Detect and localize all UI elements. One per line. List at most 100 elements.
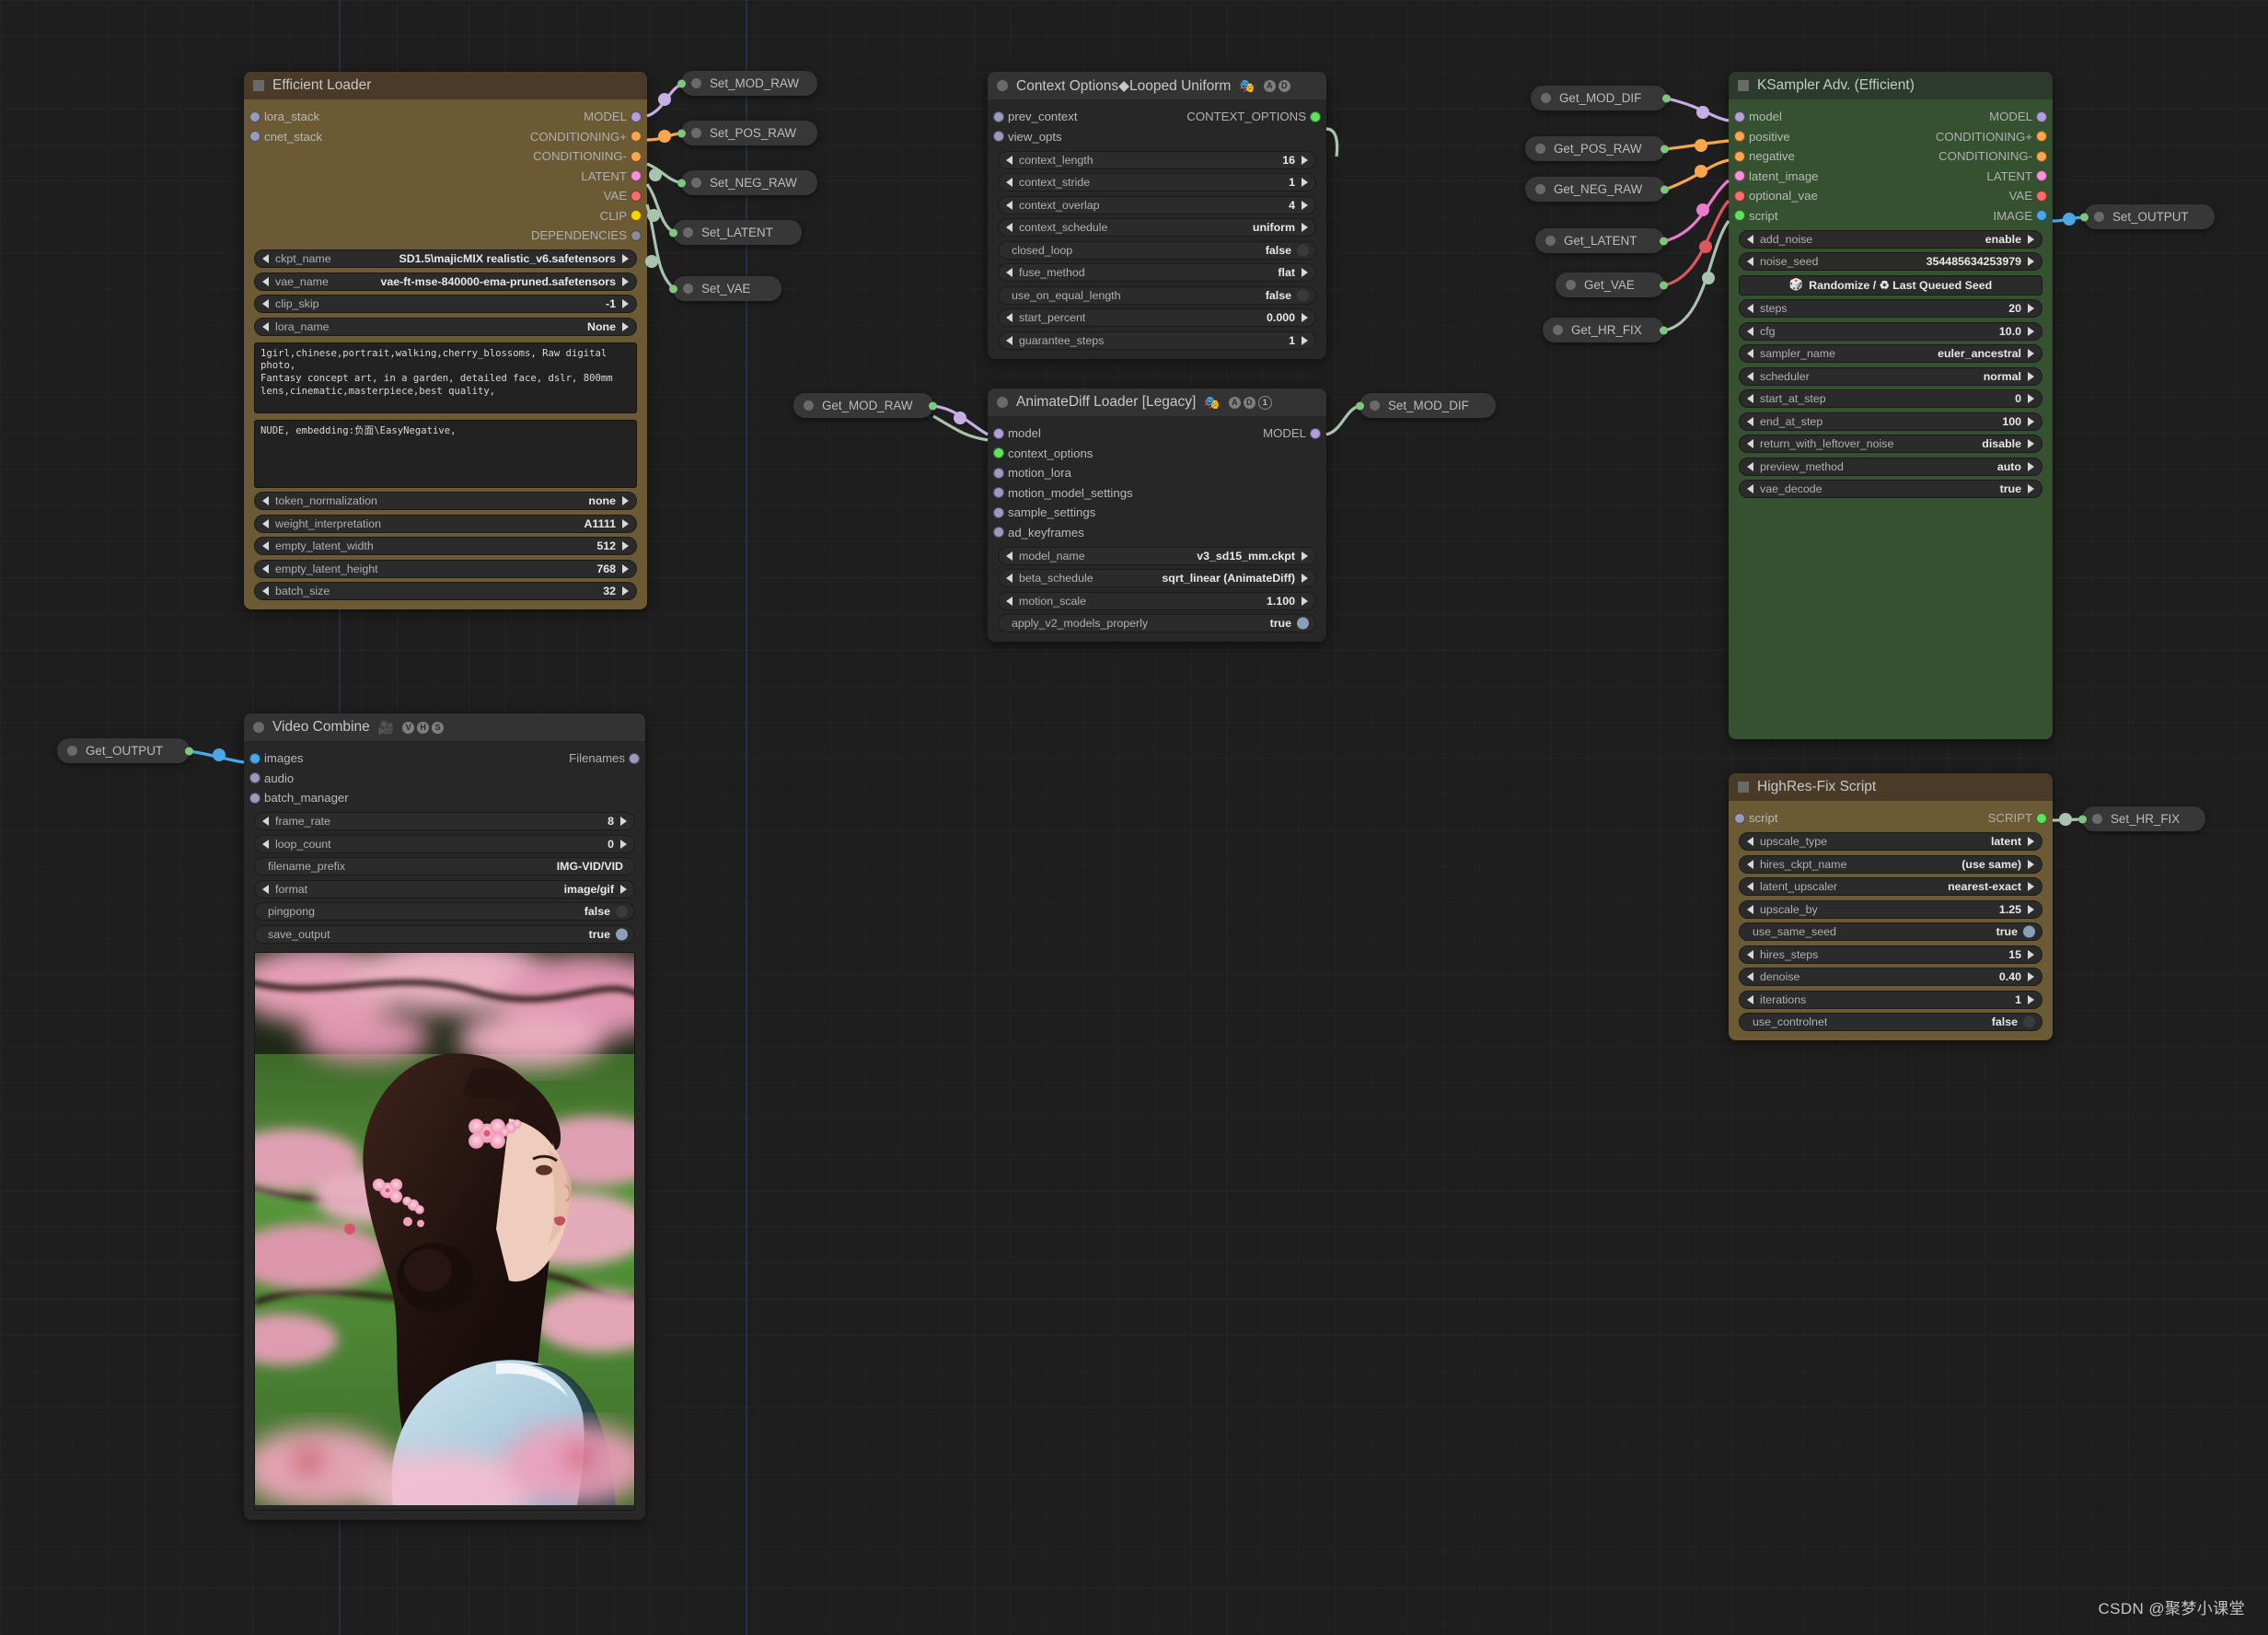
next-arrow-icon[interactable] bbox=[2028, 394, 2034, 403]
widget-use-same-seed[interactable]: use_same_seed true bbox=[1739, 922, 2042, 941]
toggle-icon[interactable] bbox=[616, 905, 628, 918]
input-dot[interactable] bbox=[993, 131, 1004, 143]
prev-arrow-icon[interactable] bbox=[262, 321, 269, 331]
output-dot[interactable] bbox=[631, 190, 642, 202]
node-get-pos-raw[interactable]: Get_POS_RAW bbox=[1525, 136, 1669, 161]
next-arrow-icon[interactable] bbox=[2028, 904, 2034, 914]
output-dot[interactable] bbox=[631, 110, 642, 122]
slot-row[interactable]: view_opts bbox=[988, 127, 1326, 147]
node-title-bar[interactable]: KSampler Adv. (Efficient) bbox=[1729, 72, 2053, 99]
next-arrow-icon[interactable] bbox=[622, 299, 629, 308]
widget-empty-latent-height[interactable]: empty_latent_height 768 bbox=[254, 559, 637, 578]
next-arrow-icon[interactable] bbox=[622, 496, 629, 505]
next-arrow-icon[interactable] bbox=[2028, 837, 2034, 846]
prev-arrow-icon[interactable] bbox=[1747, 882, 1753, 891]
prev-arrow-icon[interactable] bbox=[262, 884, 269, 894]
slot-row[interactable]: optional_vae VAE bbox=[1729, 186, 2053, 206]
widget-scheduler[interactable]: scheduler normal bbox=[1739, 366, 2042, 386]
output-dot[interactable] bbox=[2036, 190, 2047, 202]
input-dot[interactable] bbox=[1734, 150, 1745, 162]
node-title-bar[interactable]: Context Options◆Looped Uniform 🎭 A D bbox=[988, 72, 1326, 99]
next-arrow-icon[interactable] bbox=[2028, 304, 2034, 313]
next-arrow-icon[interactable] bbox=[620, 839, 627, 849]
slot-row[interactable]: negative CONDITIONING- bbox=[1729, 146, 2053, 167]
node-set-latent[interactable]: Set_LATENT bbox=[669, 220, 802, 245]
prev-arrow-icon[interactable] bbox=[1747, 484, 1753, 493]
collapse-icon[interactable] bbox=[691, 78, 701, 88]
widget-context-stride[interactable]: context_stride 1 bbox=[998, 173, 1316, 191]
widget-preview-method[interactable]: preview_method auto bbox=[1739, 457, 2042, 476]
slot-row[interactable]: model MODEL bbox=[988, 423, 1326, 444]
prev-arrow-icon[interactable] bbox=[1006, 268, 1012, 277]
widget-iterations[interactable]: iterations 1 bbox=[1739, 990, 2042, 1009]
positive-prompt-textarea[interactable]: 1girl,chinese,portrait,walking,cherry_bl… bbox=[254, 342, 637, 413]
input-dot[interactable] bbox=[249, 792, 260, 804]
output-dot[interactable] bbox=[629, 752, 640, 764]
node-get-mod-raw[interactable]: Get_MOD_RAW bbox=[793, 393, 937, 418]
prev-arrow-icon[interactable] bbox=[1006, 596, 1012, 606]
prev-arrow-icon[interactable] bbox=[1747, 439, 1753, 448]
widget-context-length[interactable]: context_length 16 bbox=[998, 150, 1316, 169]
node-context-options[interactable]: Context Options◆Looped Uniform 🎭 A D pre… bbox=[988, 72, 1326, 359]
widget-use-on-equal-length[interactable]: use_on_equal_length false bbox=[998, 285, 1316, 305]
widget-upscale-type[interactable]: upscale_type latent bbox=[1739, 832, 2042, 851]
input-dot[interactable] bbox=[677, 129, 686, 137]
input-dot[interactable] bbox=[1356, 401, 1364, 410]
prev-arrow-icon[interactable] bbox=[1747, 234, 1753, 244]
prev-arrow-icon[interactable] bbox=[1006, 335, 1012, 345]
next-arrow-icon[interactable] bbox=[620, 817, 627, 826]
node-efficient-loader[interactable]: Efficient Loader lora_stack MODEL cnet_s… bbox=[244, 72, 647, 609]
next-arrow-icon[interactable] bbox=[1302, 178, 1308, 187]
input-dot[interactable] bbox=[1734, 131, 1745, 143]
widget-empty-latent-width[interactable]: empty_latent_width 512 bbox=[254, 537, 637, 555]
next-arrow-icon[interactable] bbox=[2028, 461, 2034, 471]
collapse-icon[interactable] bbox=[1541, 93, 1551, 103]
prev-arrow-icon[interactable] bbox=[1747, 837, 1753, 846]
next-arrow-icon[interactable] bbox=[2028, 972, 2034, 981]
output-dot[interactable] bbox=[2036, 131, 2047, 143]
next-arrow-icon[interactable] bbox=[2028, 371, 2034, 381]
next-arrow-icon[interactable] bbox=[1302, 223, 1308, 232]
prev-arrow-icon[interactable] bbox=[1006, 313, 1012, 322]
widget-lora-name[interactable]: lora_name None bbox=[254, 317, 637, 336]
widget-model-name[interactable]: model_name v3_sd15_mm.ckpt bbox=[998, 546, 1316, 565]
toggle-icon[interactable] bbox=[616, 928, 628, 940]
input-dot[interactable] bbox=[993, 467, 1004, 479]
prev-arrow-icon[interactable] bbox=[1747, 394, 1753, 403]
widget-clip-skip[interactable]: clip_skip -1 bbox=[254, 295, 637, 313]
prev-arrow-icon[interactable] bbox=[262, 518, 269, 528]
prev-arrow-icon[interactable] bbox=[1747, 416, 1753, 426]
widget-ckpt-name[interactable]: ckpt_name SD1.5\majicMIX realistic_v6.sa… bbox=[254, 249, 637, 268]
prev-arrow-icon[interactable] bbox=[262, 541, 269, 551]
prev-arrow-icon[interactable] bbox=[262, 496, 269, 505]
input-dot[interactable] bbox=[993, 487, 1004, 499]
prev-arrow-icon[interactable] bbox=[1006, 178, 1012, 187]
next-arrow-icon[interactable] bbox=[622, 586, 629, 596]
slot-row[interactable]: CLIP bbox=[244, 206, 647, 226]
slot-row[interactable]: motion_lora bbox=[988, 463, 1326, 483]
widget-start-at-step[interactable]: start_at_step 0 bbox=[1739, 389, 2042, 408]
input-dot[interactable] bbox=[669, 228, 677, 237]
widget-frame-rate[interactable]: frame_rate 8 bbox=[254, 812, 635, 830]
node-get-mod-dif[interactable]: Get_MOD_DIF bbox=[1531, 86, 1671, 110]
slot-row[interactable]: cnet_stack CONDITIONING+ bbox=[244, 127, 647, 147]
widget-sampler-name[interactable]: sampler_name euler_ancestral bbox=[1739, 344, 2042, 363]
prev-arrow-icon[interactable] bbox=[262, 276, 269, 286]
input-dot[interactable] bbox=[249, 110, 260, 122]
widget-context-overlap[interactable]: context_overlap 4 bbox=[998, 195, 1316, 215]
node-title-bar[interactable]: AnimateDiff Loader [Legacy] 🎭 A D 1 bbox=[988, 388, 1326, 416]
node-get-vae[interactable]: Get_VAE bbox=[1556, 272, 1668, 297]
collapse-icon[interactable] bbox=[2094, 212, 2104, 222]
prev-arrow-icon[interactable] bbox=[1747, 972, 1753, 981]
next-arrow-icon[interactable] bbox=[1302, 596, 1308, 606]
input-dot[interactable] bbox=[1734, 190, 1745, 202]
widget-beta-schedule[interactable]: beta_schedule sqrt_linear (AnimateDiff) bbox=[998, 569, 1316, 587]
next-arrow-icon[interactable] bbox=[1302, 574, 1308, 583]
randomize-seed-button[interactable]: 🎲 Randomize / ♻ Last Queued Seed bbox=[1739, 274, 2042, 296]
widget-apply-v2-models-properly[interactable]: apply_v2_models_properly true bbox=[998, 614, 1316, 632]
widget-steps[interactable]: steps 20 bbox=[1739, 299, 2042, 318]
input-dot[interactable] bbox=[993, 427, 1004, 439]
slot-row[interactable]: ad_keyframes bbox=[988, 523, 1326, 543]
collapse-icon[interactable] bbox=[67, 746, 77, 756]
next-arrow-icon[interactable] bbox=[620, 884, 627, 894]
